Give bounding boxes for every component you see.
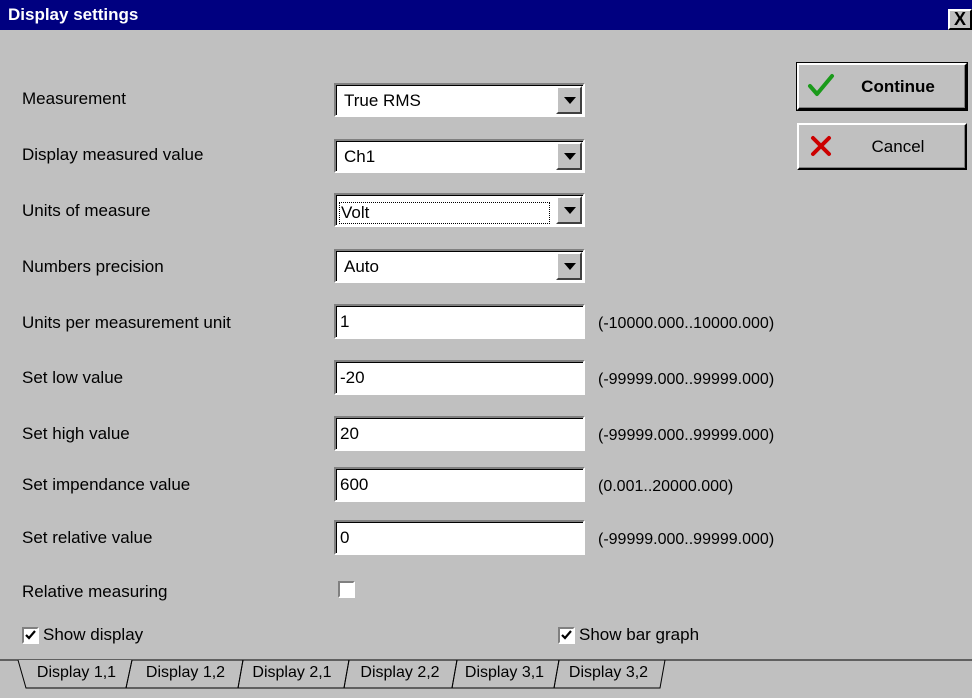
set-high-value-label: Set high value — [22, 424, 130, 443]
title-bar: Display settings X — [0, 0, 972, 30]
display-measured-value-select[interactable]: Ch1 — [334, 139, 585, 173]
units-per-measurement-unit-label: Units per measurement unit — [22, 313, 231, 332]
set-relative-value-input[interactable]: 0 — [334, 520, 585, 555]
display-measured-value-dropdown-button[interactable] — [556, 142, 582, 170]
numbers-precision-value: Auto — [344, 257, 379, 276]
units-per-measurement-unit-input[interactable]: 1 — [334, 304, 585, 339]
set-impendance-value-input[interactable]: 600 — [334, 467, 585, 502]
measurement-label: Measurement — [22, 89, 126, 108]
tab-display-1-2[interactable]: Display 1,2 — [133, 663, 238, 687]
set-low-value-value: -20 — [340, 368, 365, 387]
numbers-precision-dropdown-button[interactable] — [556, 252, 582, 280]
numbers-precision-select[interactable]: Auto — [334, 249, 585, 283]
cancel-button[interactable]: Cancel — [797, 123, 967, 170]
show-display-checkbox[interactable] — [22, 627, 39, 644]
show-display-label[interactable]: Show display — [43, 625, 143, 645]
units-of-measure-dropdown-button[interactable] — [556, 196, 582, 224]
checkmark-icon — [561, 630, 572, 640]
measurement-select[interactable]: True RMS — [334, 83, 585, 117]
set-high-value-range: (-99999.000..99999.000) — [598, 427, 775, 444]
set-impendance-value-range: (0.001..20000.000) — [598, 478, 734, 495]
tab-display-2-1[interactable]: Display 2,1 — [240, 663, 344, 687]
checkmark-icon — [808, 74, 834, 96]
close-icon: X — [953, 9, 966, 29]
window-title: Display settings — [8, 5, 139, 24]
set-low-value-range: (-99999.000..99999.000) — [598, 371, 775, 388]
cross-icon — [811, 136, 831, 156]
relative-measuring-checkbox[interactable] — [338, 581, 355, 598]
show-bar-graph-checkbox[interactable] — [558, 627, 575, 644]
tab-display-3-1[interactable]: Display 3,1 — [455, 663, 554, 687]
units-per-measurement-unit-value: 1 — [340, 312, 350, 331]
units-of-measure-label: Units of measure — [22, 201, 151, 220]
cancel-label: Cancel — [871, 137, 925, 156]
set-relative-value-range: (-99999.000..99999.000) — [598, 531, 775, 548]
tab-strip: Display 1,1 Display 1,2 Display 2,1 Disp… — [0, 659, 972, 698]
continue-label: Continue — [861, 77, 935, 96]
set-high-value-value: 20 — [340, 424, 359, 443]
tab-display-1-1[interactable]: Display 1,1 — [27, 663, 126, 687]
continue-button[interactable]: Continue — [796, 62, 968, 111]
numbers-precision-label: Numbers precision — [22, 257, 164, 276]
relative-measuring-label: Relative measuring — [22, 582, 168, 601]
set-relative-value-label: Set relative value — [22, 528, 153, 547]
tab-display-3-2[interactable]: Display 3,2 — [557, 663, 660, 687]
close-button[interactable]: X — [948, 9, 972, 30]
set-impendance-value-label: Set impendance value — [22, 475, 191, 494]
set-impendance-value-value: 600 — [340, 475, 369, 494]
measurement-dropdown-button[interactable] — [556, 86, 582, 114]
measurement-value: True RMS — [344, 91, 421, 110]
units-of-measure-value: Volt — [339, 202, 551, 224]
checkmark-icon — [25, 630, 36, 640]
set-low-value-input[interactable]: -20 — [334, 360, 585, 395]
set-high-value-input[interactable]: 20 — [334, 416, 585, 451]
units-of-measure-select[interactable]: Volt — [334, 193, 585, 227]
display-measured-value-label: Display measured value — [22, 145, 204, 164]
set-relative-value-value: 0 — [340, 528, 350, 547]
display-measured-value-value: Ch1 — [344, 147, 376, 166]
tab-display-2-2[interactable]: Display 2,2 — [347, 663, 453, 687]
set-low-value-label: Set low value — [22, 368, 124, 387]
units-per-measurement-unit-range: (-10000.000..10000.000) — [598, 315, 775, 332]
show-bar-graph-label[interactable]: Show bar graph — [579, 625, 699, 645]
